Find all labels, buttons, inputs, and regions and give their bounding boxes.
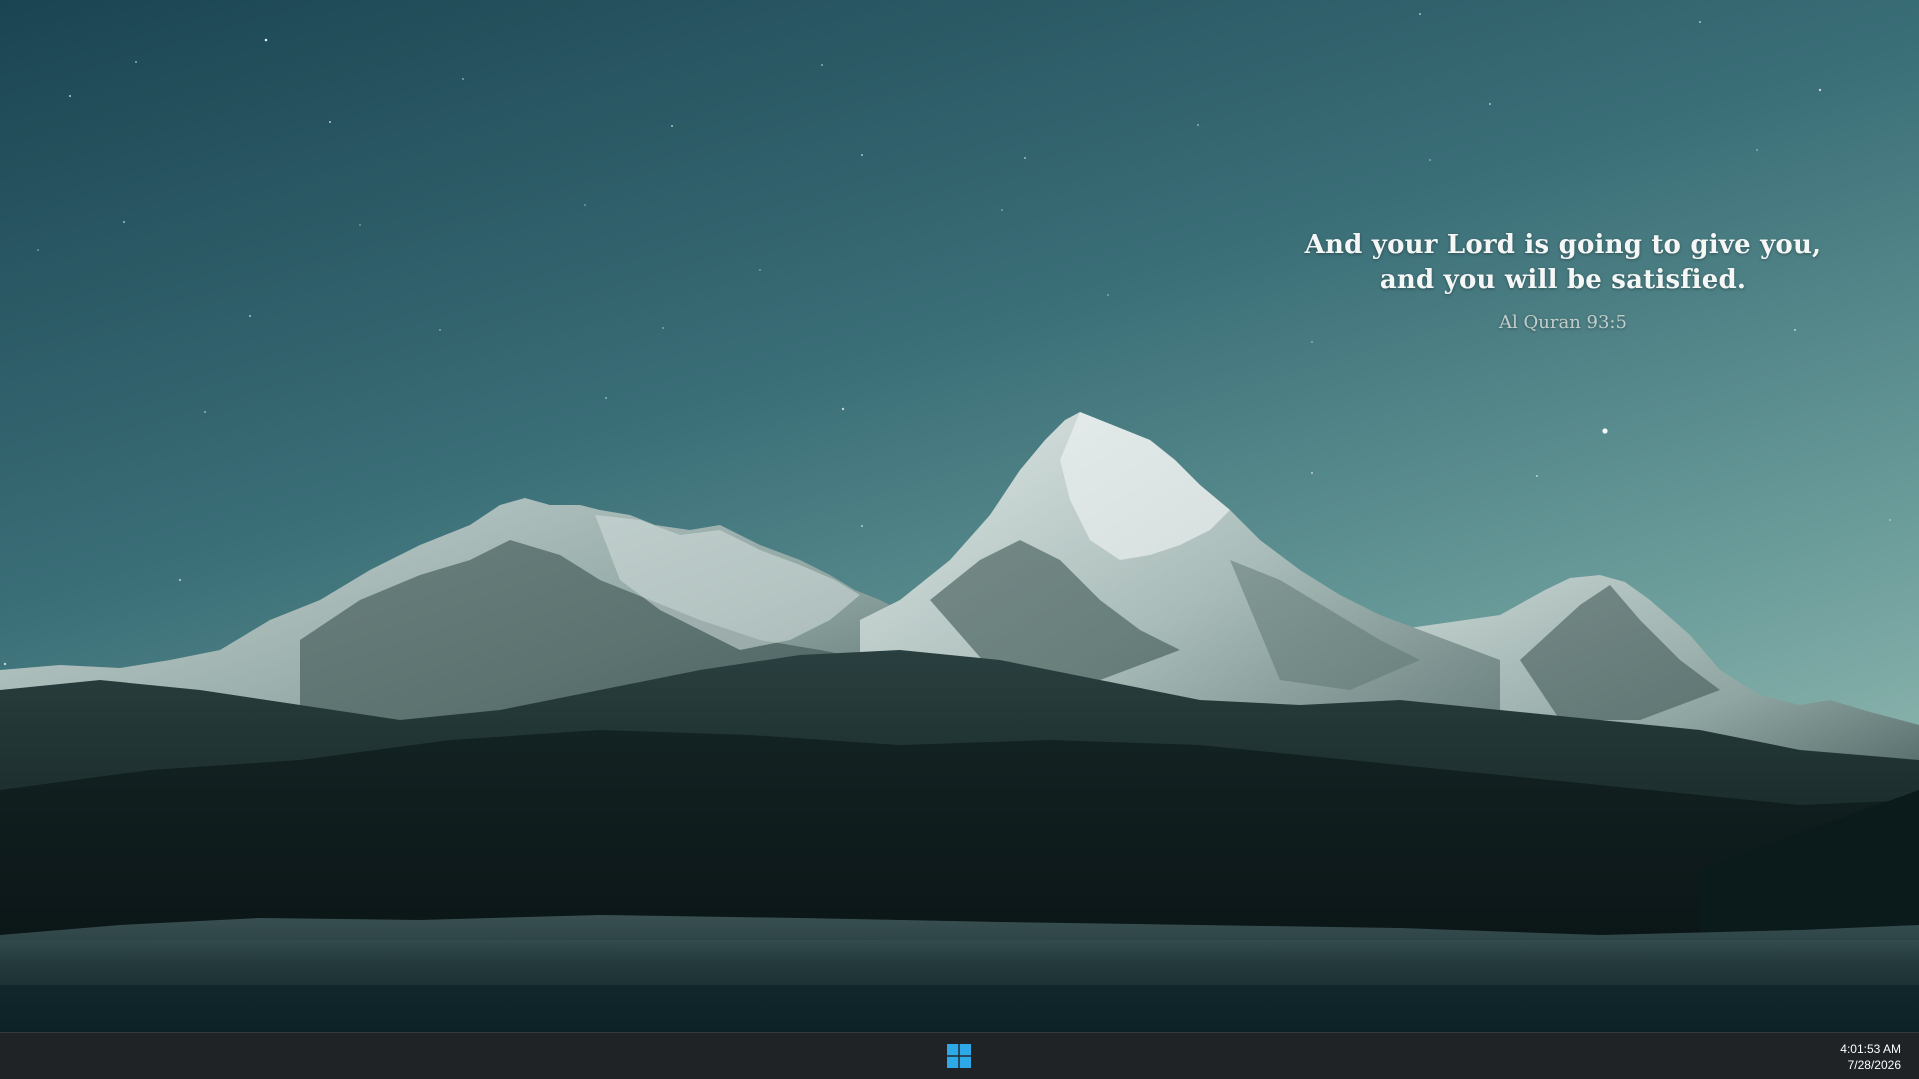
desktop[interactable]: And your Lord is going to give you, and …: [0, 0, 1919, 1032]
start-button[interactable]: [939, 1041, 979, 1071]
taskbar: 4:01:53 AM 7/28/2026: [0, 1032, 1919, 1079]
system-clock[interactable]: 4:01:53 AM 7/28/2026: [1840, 1041, 1901, 1073]
quote-reference: Al Quran 93:5: [1499, 312, 1627, 333]
windows-logo-icon: [947, 1044, 971, 1068]
clock-date: 7/28/2026: [1847, 1058, 1901, 1072]
quote-line-1: And your Lord is going to give you,: [1304, 230, 1822, 260]
quote-line-2: and you will be satisfied.: [1379, 265, 1747, 295]
clock-time: 4:01:53 AM: [1840, 1042, 1901, 1056]
mountain-wallpaper: [0, 0, 1919, 1032]
quote-widget: And your Lord is going to give you, and …: [1263, 228, 1863, 333]
